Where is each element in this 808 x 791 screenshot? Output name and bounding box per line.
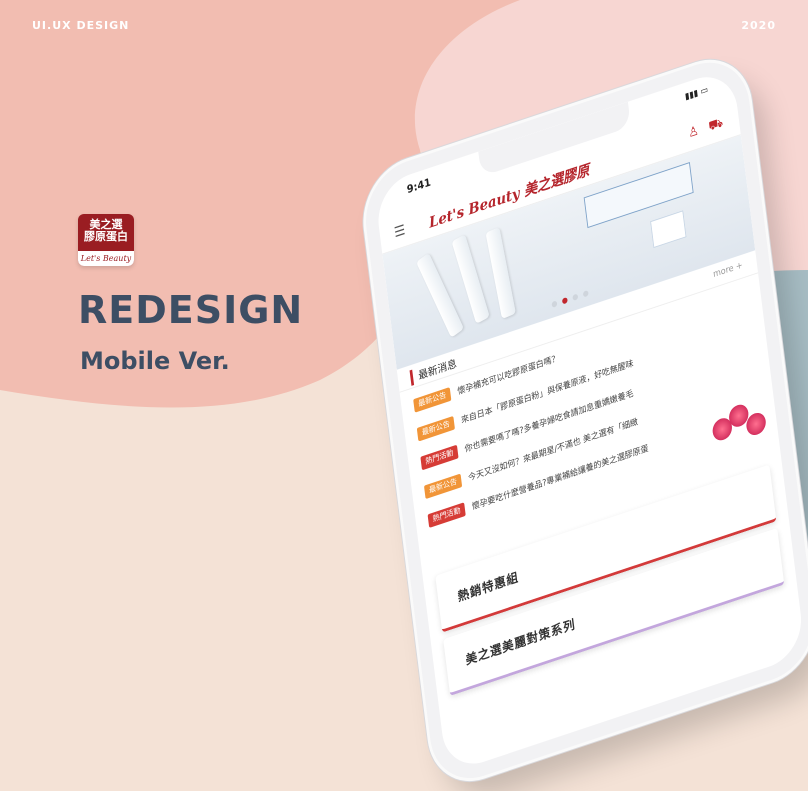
product-tube [485, 227, 516, 320]
product-box [650, 210, 687, 249]
more-link[interactable]: more + [713, 261, 744, 280]
section-title: 熱銷特惠組 [457, 570, 520, 606]
news-tag: 最新公告 [413, 387, 452, 413]
category-label: UI.UX DESIGN [32, 19, 130, 32]
carousel-dot[interactable] [551, 300, 558, 308]
news-tag: 最新公告 [423, 473, 463, 500]
app-logo: 美之選 膠原蛋白 Let's Beauty [78, 214, 134, 266]
carousel-dot[interactable] [582, 290, 589, 298]
year-label: 2020 [741, 19, 776, 32]
product-tube [451, 234, 490, 324]
headline: REDESIGN [78, 288, 304, 332]
news-tag: 熱門活動 [427, 502, 466, 528]
phone-frame: 9:41 ▮▮▮ ▭ ☰ Let's Beauty 美之選膠原 ♙ ⛟ 最新消息… [360, 49, 808, 791]
status-time: 9:41 [406, 175, 432, 197]
news-tag: 最新公告 [416, 415, 455, 442]
battery-icon: ▮▮▮ ▭ [684, 85, 709, 103]
user-icon[interactable]: ♙ [688, 123, 700, 141]
hamburger-icon[interactable]: ☰ [393, 222, 406, 241]
cart-icon[interactable]: ⛟ [708, 115, 724, 136]
subheadline: Mobile Ver. [80, 347, 230, 375]
logo-strip: Let's Beauty [78, 251, 134, 266]
logo-line-2: 膠原蛋白 [84, 230, 128, 243]
phone-screen: 9:41 ▮▮▮ ▭ ☰ Let's Beauty 美之選膠原 ♙ ⛟ 最新消息… [373, 66, 806, 774]
product-tube [416, 252, 464, 338]
section-title: 美之選美麗對策系列 [464, 617, 577, 669]
news-tag: 熱門活動 [420, 444, 459, 471]
carousel-dot-active[interactable] [561, 296, 568, 305]
carousel-dot[interactable] [572, 293, 579, 301]
